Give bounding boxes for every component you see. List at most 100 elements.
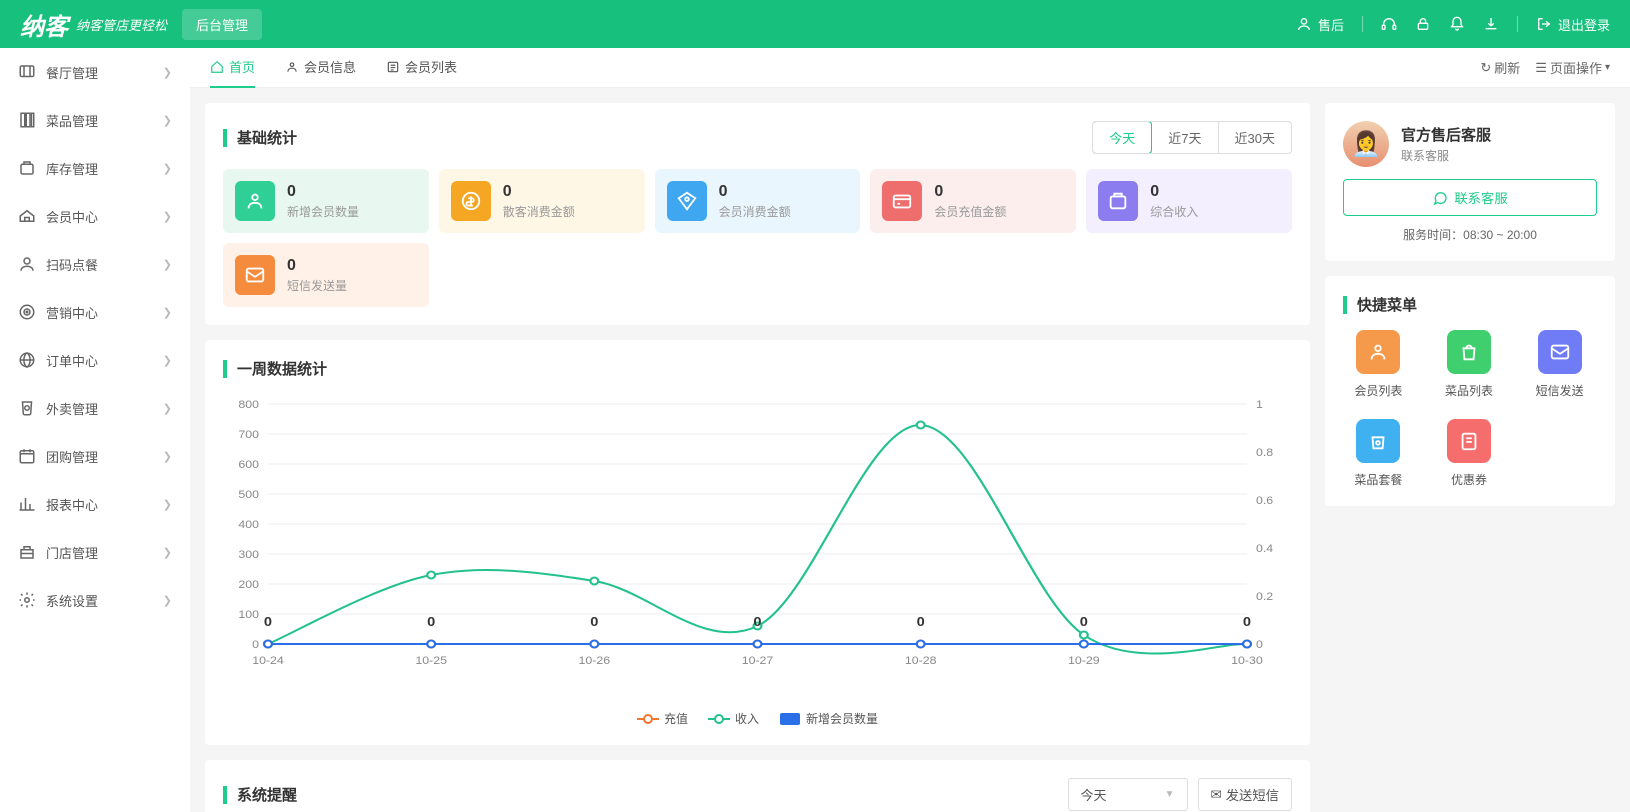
- sidebar-item[interactable]: 系统设置❯: [0, 576, 190, 624]
- sidebar-icon: [18, 159, 36, 177]
- quick-icon: [1356, 419, 1400, 463]
- quick-item[interactable]: 菜品套餐: [1343, 419, 1414, 488]
- refresh-button[interactable]: ↻刷新: [1480, 58, 1520, 77]
- sidebar-item[interactable]: 扫码点餐 ❯: [0, 240, 190, 288]
- download-icon[interactable]: [1483, 16, 1499, 32]
- svg-text:600: 600: [238, 459, 259, 471]
- sidebar-item[interactable]: 库存管理❯: [0, 144, 190, 192]
- svg-text:700: 700: [238, 429, 259, 441]
- contact-support-button[interactable]: 联系客服: [1343, 179, 1597, 216]
- user-label: 售后: [1318, 15, 1344, 34]
- quick-icon: [1447, 330, 1491, 374]
- svg-text:500: 500: [238, 489, 259, 501]
- svg-text:10-24: 10-24: [252, 655, 284, 667]
- stats-card: 基础统计 今天近7天近30天 0新增会员数量0散客消费金额0会员消费金额0会员充…: [205, 103, 1310, 325]
- stat-icon: [882, 181, 922, 221]
- title-bar: [223, 360, 227, 378]
- svg-text:10-27: 10-27: [742, 655, 774, 667]
- support-subtitle: 联系客服: [1401, 147, 1491, 164]
- sidebar-item[interactable]: 团购管理❯: [0, 432, 190, 480]
- tab-label: 会员信息: [304, 57, 356, 76]
- headset-icon[interactable]: [1381, 16, 1397, 32]
- sidebar-item[interactable]: 餐厅管理❯: [0, 48, 190, 96]
- chevron-right-icon: ❯: [163, 594, 172, 607]
- sidebar-item[interactable]: 外卖管理❯: [0, 384, 190, 432]
- svg-text:800: 800: [238, 399, 259, 411]
- sidebar-item[interactable]: 营销中心 ❯: [0, 288, 190, 336]
- legend-label: 充值: [664, 710, 688, 727]
- sidebar-label: 餐厅管理: [46, 63, 98, 82]
- logout-button[interactable]: 退出登录: [1536, 15, 1610, 34]
- chevron-right-icon: ❯: [163, 498, 172, 511]
- quick-label: 优惠券: [1451, 471, 1487, 488]
- chevron-right-icon: ❯: [163, 354, 172, 367]
- quick-item[interactable]: 短信发送: [1524, 330, 1595, 399]
- stat-label: 新增会员数量: [287, 203, 359, 220]
- svg-text:300: 300: [238, 549, 259, 561]
- weekly-chart: 010020030040050060070080000.20.40.60.810…: [223, 394, 1292, 704]
- chat-icon: [1432, 190, 1448, 206]
- legend-label: 新增会员数量: [806, 710, 878, 727]
- stats-title: 基础统计: [237, 127, 297, 148]
- remind-card: 系统提醒 今天 ▼ ✉发送短信 生日提醒: [205, 760, 1310, 812]
- chevron-right-icon: ❯: [163, 258, 172, 271]
- quick-item[interactable]: 菜品列表: [1434, 330, 1505, 399]
- legend-item[interactable]: 收入: [708, 710, 759, 727]
- sidebar-label: 营销中心: [46, 303, 98, 322]
- stat-value: 0: [934, 183, 1006, 201]
- sidebar-item[interactable]: 菜品管理❯: [0, 96, 190, 144]
- svg-text:0: 0: [427, 614, 435, 629]
- svg-text:0: 0: [590, 614, 598, 629]
- send-sms-button[interactable]: ✉发送短信: [1198, 778, 1292, 811]
- tab-label: 首页: [229, 57, 255, 76]
- svg-text:200: 200: [238, 579, 259, 591]
- legend-item[interactable]: 新增会员数量: [779, 710, 878, 727]
- page-ops-icon: ☰: [1535, 60, 1547, 76]
- header: 纳客 纳客管店更轻松 后台管理 售后 退出登录: [0, 0, 1630, 48]
- quick-item[interactable]: 会员列表: [1343, 330, 1414, 399]
- stat-card: 0会员消费金额: [655, 169, 861, 233]
- support-avatar: 👩‍💼: [1343, 121, 1389, 167]
- sidebar-icon: [18, 255, 36, 273]
- sidebar-label: 扫码点餐: [46, 255, 98, 274]
- backend-manage-button[interactable]: 后台管理: [182, 9, 262, 40]
- title-bar: [223, 786, 227, 804]
- sidebar-icon: [18, 207, 36, 225]
- sidebar-item[interactable]: 报表中心❯: [0, 480, 190, 528]
- chevron-right-icon: ❯: [163, 306, 172, 319]
- logout-icon: [1536, 16, 1552, 32]
- sidebar-item[interactable]: 门店管理❯: [0, 528, 190, 576]
- svg-text:10-26: 10-26: [579, 655, 611, 667]
- lock-icon[interactable]: [1415, 16, 1431, 32]
- stat-icon: [667, 181, 707, 221]
- bell-icon[interactable]: [1449, 16, 1465, 32]
- page-ops-button[interactable]: ☰页面操作▾: [1535, 58, 1610, 77]
- legend-marker: [637, 713, 659, 725]
- remind-range-select[interactable]: 今天 ▼: [1068, 778, 1188, 811]
- sidebar-label: 会员中心: [46, 207, 98, 226]
- sidebar-icon: [18, 447, 36, 465]
- tab-label: 会员列表: [405, 57, 457, 76]
- stat-card: 0散客消费金额: [439, 169, 645, 233]
- quick-icon: [1356, 330, 1400, 374]
- legend-item[interactable]: 充值: [637, 710, 688, 727]
- range-tab[interactable]: 近30天: [1218, 122, 1291, 153]
- range-tab[interactable]: 今天: [1092, 121, 1152, 154]
- user-menu[interactable]: 售后: [1296, 15, 1344, 34]
- tab[interactable]: 会员列表: [386, 48, 457, 88]
- svg-text:0: 0: [1243, 614, 1251, 629]
- svg-text:0.2: 0.2: [1256, 591, 1273, 603]
- sidebar-item[interactable]: 会员中心❯: [0, 192, 190, 240]
- svg-text:100: 100: [238, 609, 259, 621]
- sidebar-item[interactable]: 订单中心❯: [0, 336, 190, 384]
- svg-text:0.6: 0.6: [1256, 495, 1273, 507]
- stat-card: 0综合收入: [1086, 169, 1292, 233]
- tab[interactable]: 会员信息: [285, 48, 356, 88]
- quick-item[interactable]: 优惠券: [1434, 419, 1505, 488]
- range-tab[interactable]: 近7天: [1151, 122, 1217, 153]
- tab[interactable]: 首页: [210, 48, 255, 88]
- sidebar-label: 团购管理: [46, 447, 98, 466]
- stat-card: 0新增会员数量: [223, 169, 429, 233]
- remind-title: 系统提醒: [237, 784, 297, 805]
- svg-text:0: 0: [753, 614, 761, 629]
